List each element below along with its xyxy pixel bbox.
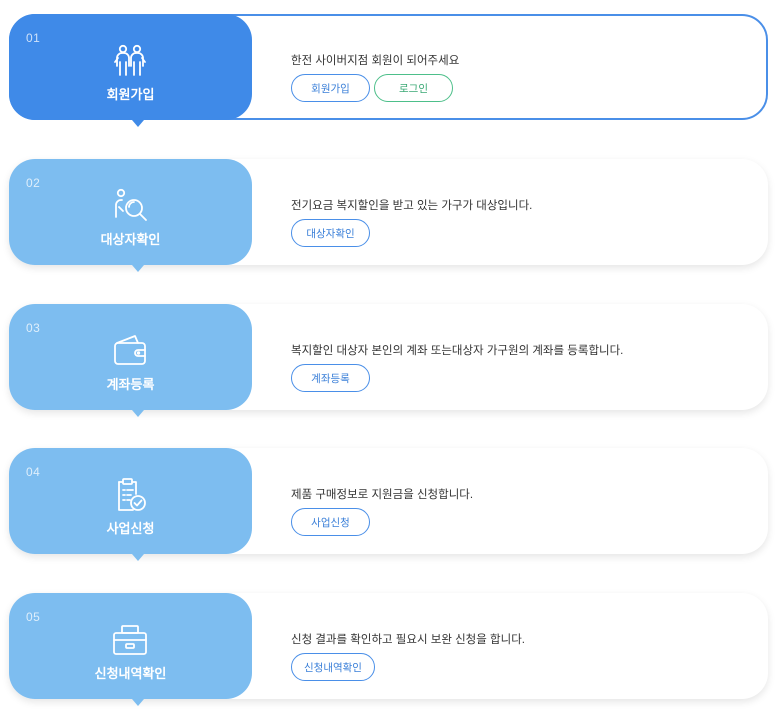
account-register-button[interactable]: 계좌등록 bbox=[291, 364, 370, 392]
step-number: 01 bbox=[26, 31, 41, 45]
step-buttons: 계좌등록 bbox=[291, 364, 370, 392]
step-number: 03 bbox=[26, 321, 41, 335]
step-badge: 01 회원가입 bbox=[9, 14, 252, 127]
history-check-button[interactable]: 신청내역확인 bbox=[291, 653, 375, 681]
eligibility-check-button[interactable]: 대상자확인 bbox=[291, 219, 370, 247]
step-label: 신청내역확인 bbox=[94, 666, 167, 681]
step-badge: 05 신청내역확인 bbox=[9, 593, 252, 706]
step-buttons: 사업신청 bbox=[291, 508, 370, 536]
step-application: 04 사업신청 제품 구매정보로 지원금을 신청합니다. 사업신청 bbox=[9, 448, 768, 561]
application-button[interactable]: 사업신청 bbox=[291, 508, 370, 536]
login-button[interactable]: 로그인 bbox=[374, 74, 453, 102]
person-search-icon bbox=[111, 187, 149, 225]
step-badge: 03 계좌등록 bbox=[9, 304, 252, 417]
step-buttons: 신청내역확인 bbox=[291, 653, 375, 681]
step-buttons: 회원가입 로그인 bbox=[291, 74, 453, 102]
step-account: 03 계좌등록 복지할인 대상자 본인의 계좌 또는대상자 가구원의 계좌를 등… bbox=[9, 304, 768, 417]
step-signup: 01 회원가입 한전 사이버지점 회원이 되어주세요 회원가입 로그인 bbox=[9, 14, 768, 127]
step-label: 사업신청 bbox=[106, 521, 155, 536]
step-label: 대상자확인 bbox=[100, 232, 161, 247]
step-badge: 02 대상자확인 bbox=[9, 159, 252, 272]
step-label: 계좌등록 bbox=[106, 377, 155, 392]
step-description: 제품 구매정보로 지원금을 신청합니다. bbox=[291, 489, 474, 501]
step-number: 05 bbox=[26, 610, 41, 624]
step-eligibility: 02 대상자확인 전기요금 복지할인을 받고 있는 가구가 대상입니다. 대상자… bbox=[9, 159, 768, 272]
step-number: 02 bbox=[26, 176, 41, 190]
user-group-icon bbox=[111, 42, 149, 80]
step-description: 한전 사이버지점 회원이 되어주세요 bbox=[291, 55, 460, 67]
step-number: 04 bbox=[26, 465, 41, 479]
toolbox-icon bbox=[111, 621, 149, 659]
wallet-icon bbox=[111, 332, 149, 370]
clipboard-check-icon bbox=[111, 476, 149, 514]
step-description: 전기요금 복지할인을 받고 있는 가구가 대상입니다. bbox=[291, 200, 533, 212]
signup-button[interactable]: 회원가입 bbox=[291, 74, 370, 102]
step-description: 복지할인 대상자 본인의 계좌 또는대상자 가구원의 계좌를 등록합니다. bbox=[291, 345, 624, 357]
step-buttons: 대상자확인 bbox=[291, 219, 370, 247]
step-history: 05 신청내역확인 신청 결과를 확인하고 필요시 보완 신청을 합니다. 신청… bbox=[9, 593, 768, 706]
step-description: 신청 결과를 확인하고 필요시 보완 신청을 합니다. bbox=[291, 634, 525, 646]
step-badge: 04 사업신청 bbox=[9, 448, 252, 561]
step-label: 회원가입 bbox=[106, 87, 155, 102]
